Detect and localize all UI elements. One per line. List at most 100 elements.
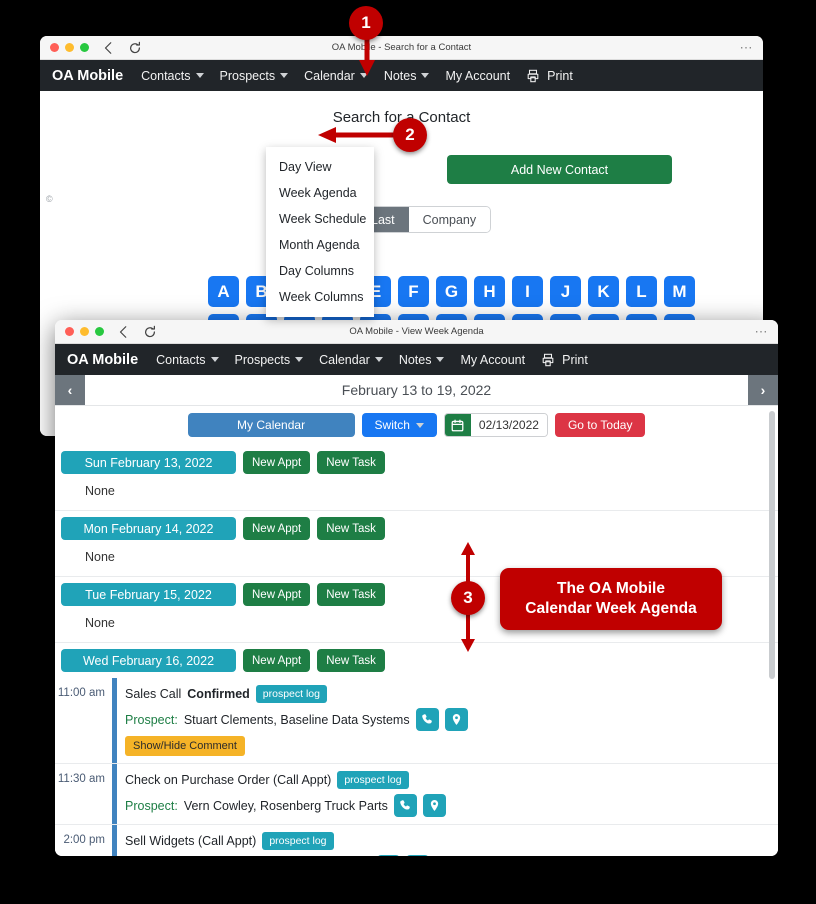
calendar-icon[interactable] <box>444 414 471 436</box>
annotation-marker-2: 2 <box>393 118 427 152</box>
new-appt-button[interactable]: New Appt <box>243 517 311 540</box>
maximize-button[interactable] <box>80 43 89 52</box>
map-pin-icon[interactable] <box>444 708 468 731</box>
alpha-key-g[interactable]: G <box>436 276 467 307</box>
menu-item-day-columns[interactable]: Day Columns <box>266 258 374 284</box>
window1-overflow-menu[interactable]: ⋯ <box>740 41 754 54</box>
menu-item-day-view[interactable]: Day View <box>266 154 374 180</box>
screenshot-stage: OA Mobile - Search for a Contact ⋯ OA Mo… <box>0 0 816 904</box>
back-arrow-icon[interactable] <box>102 41 116 55</box>
menu-item-week-columns[interactable]: Week Columns <box>266 284 374 310</box>
date-input-value[interactable]: 02/13/2022 <box>470 414 547 436</box>
minimize-button[interactable] <box>80 327 89 336</box>
phone-icon[interactable] <box>393 794 417 817</box>
appointment-prospect-line: Prospect: Stuart Clements, Baseline Data… <box>125 708 778 731</box>
window1-traffic-lights[interactable] <box>50 43 89 52</box>
new-appt-button[interactable]: New Appt <box>243 451 311 474</box>
alpha-key-k[interactable]: K <box>588 276 619 307</box>
annotation-arrow-2 <box>318 127 402 143</box>
alpha-key-h[interactable]: H <box>474 276 505 307</box>
maximize-button[interactable] <box>95 327 104 336</box>
menu-item-week-schedule[interactable]: Week Schedule <box>266 206 374 232</box>
window2-nav-controls[interactable] <box>117 325 157 339</box>
vertical-scrollbar-thumb[interactable] <box>769 411 775 679</box>
phone-icon[interactable] <box>415 708 439 731</box>
nav-my-account-label: My Account <box>445 68 511 83</box>
prospect-log-badge[interactable]: prospect log <box>337 771 409 789</box>
switch-button[interactable]: Switch <box>361 413 437 437</box>
callout-line-2: Calendar Week Agenda <box>525 599 697 617</box>
prospect-log-badge[interactable]: prospect log <box>262 832 334 850</box>
day-label-sun[interactable]: Sun February 13, 2022 <box>61 451 236 474</box>
map-pin-icon[interactable] <box>422 794 446 817</box>
new-task-button[interactable]: New Task <box>317 451 385 474</box>
next-week-button[interactable]: › <box>748 375 778 405</box>
window1-nav-controls[interactable] <box>102 41 142 55</box>
menu-item-month-agenda[interactable]: Month Agenda <box>266 232 374 258</box>
window2-overflow-menu[interactable]: ⋯ <box>755 325 769 338</box>
nav-contacts[interactable]: Contacts <box>156 352 219 367</box>
printer-icon <box>527 69 539 82</box>
nav-my-account[interactable]: My Account <box>460 353 525 367</box>
nav-prospects[interactable]: Prospects <box>235 353 304 367</box>
close-button[interactable] <box>65 327 74 336</box>
menu-item-week-agenda[interactable]: Week Agenda <box>266 180 374 206</box>
appointment-title-line: Sell Widgets (Call Appt) prospect log <box>125 832 778 850</box>
show-hide-comment-button[interactable]: Show/Hide Comment <box>125 736 245 756</box>
day-label-mon[interactable]: Mon February 14, 2022 <box>61 517 236 540</box>
date-picker[interactable]: 02/13/2022 <box>443 413 548 437</box>
app-brand[interactable]: OA Mobile <box>67 352 138 368</box>
alpha-key-f[interactable]: F <box>398 276 429 307</box>
previous-week-button[interactable]: ‹ <box>55 375 85 405</box>
window2-traffic-lights[interactable] <box>65 327 104 336</box>
minimize-button[interactable] <box>65 43 74 52</box>
back-arrow-icon[interactable] <box>117 325 131 339</box>
alpha-key-l[interactable]: L <box>626 276 657 307</box>
nav-notes[interactable]: Notes <box>384 69 430 83</box>
nav-contacts-label: Contacts <box>156 352 206 367</box>
my-calendar-button[interactable]: My Calendar <box>187 413 355 437</box>
nav-calendar[interactable]: Calendar <box>319 353 383 367</box>
day-empty-sun: None <box>85 484 115 498</box>
nav-calendar-label: Calendar <box>304 68 355 83</box>
prospect-label: Prospect: <box>125 712 178 727</box>
reload-icon[interactable] <box>143 325 157 339</box>
app-brand[interactable]: OA Mobile <box>52 68 123 84</box>
add-new-contact-button[interactable]: Add New Contact <box>447 155 672 184</box>
nav-contacts[interactable]: Contacts <box>141 68 204 83</box>
nav-print-label: Print <box>547 68 573 83</box>
nav-my-account[interactable]: My Account <box>445 69 510 83</box>
map-pin-icon[interactable] <box>405 855 429 856</box>
phone-icon[interactable] <box>376 855 400 856</box>
close-button[interactable] <box>50 43 59 52</box>
nav-print[interactable]: Print <box>526 69 573 83</box>
nav-notes[interactable]: Notes <box>399 353 445 367</box>
nav-prospects[interactable]: Prospects <box>220 69 289 83</box>
alpha-key-j[interactable]: J <box>550 276 581 307</box>
go-to-today-button[interactable]: Go to Today <box>554 413 646 437</box>
new-appt-button[interactable]: New Appt <box>243 649 311 672</box>
alpha-key-m[interactable]: M <box>664 276 695 307</box>
nav-print[interactable]: Print <box>541 353 588 367</box>
search-mode-segmented-control[interactable]: Last Company <box>356 206 492 233</box>
window1-title: OA Mobile - Search for a Contact <box>331 42 472 53</box>
nav-my-account-label: My Account <box>460 352 526 367</box>
appointment-row[interactable]: 11:00 am Sales Call Confirmed prospect l… <box>55 678 778 764</box>
nav-contacts-label: Contacts <box>141 68 191 83</box>
day-header: Wed February 16, 2022 New Appt New Task <box>55 643 778 678</box>
new-appt-button[interactable]: New Appt <box>243 583 311 606</box>
prospect-log-badge[interactable]: prospect log <box>255 685 327 703</box>
reload-icon[interactable] <box>128 41 142 55</box>
day-label-tue[interactable]: Tue February 15, 2022 <box>61 583 236 606</box>
new-task-button[interactable]: New Task <box>317 517 385 540</box>
appointment-row[interactable]: 11:30 am Check on Purchase Order (Call A… <box>55 764 778 825</box>
new-task-button[interactable]: New Task <box>317 583 385 606</box>
alpha-key-a[interactable]: A <box>208 276 239 307</box>
alpha-key-i[interactable]: I <box>512 276 543 307</box>
new-task-button[interactable]: New Task <box>317 649 385 672</box>
appointment-row[interactable]: 2:00 pm Sell Widgets (Call Appt) prospec… <box>55 825 778 856</box>
appointment-title: Check on Purchase Order (Call Appt) <box>125 773 332 787</box>
day-label-wed[interactable]: Wed February 16, 2022 <box>61 649 236 672</box>
segment-company[interactable]: Company <box>408 207 491 232</box>
calendar-dropdown-menu[interactable]: Day View Week Agenda Week Schedule Month… <box>266 147 374 317</box>
